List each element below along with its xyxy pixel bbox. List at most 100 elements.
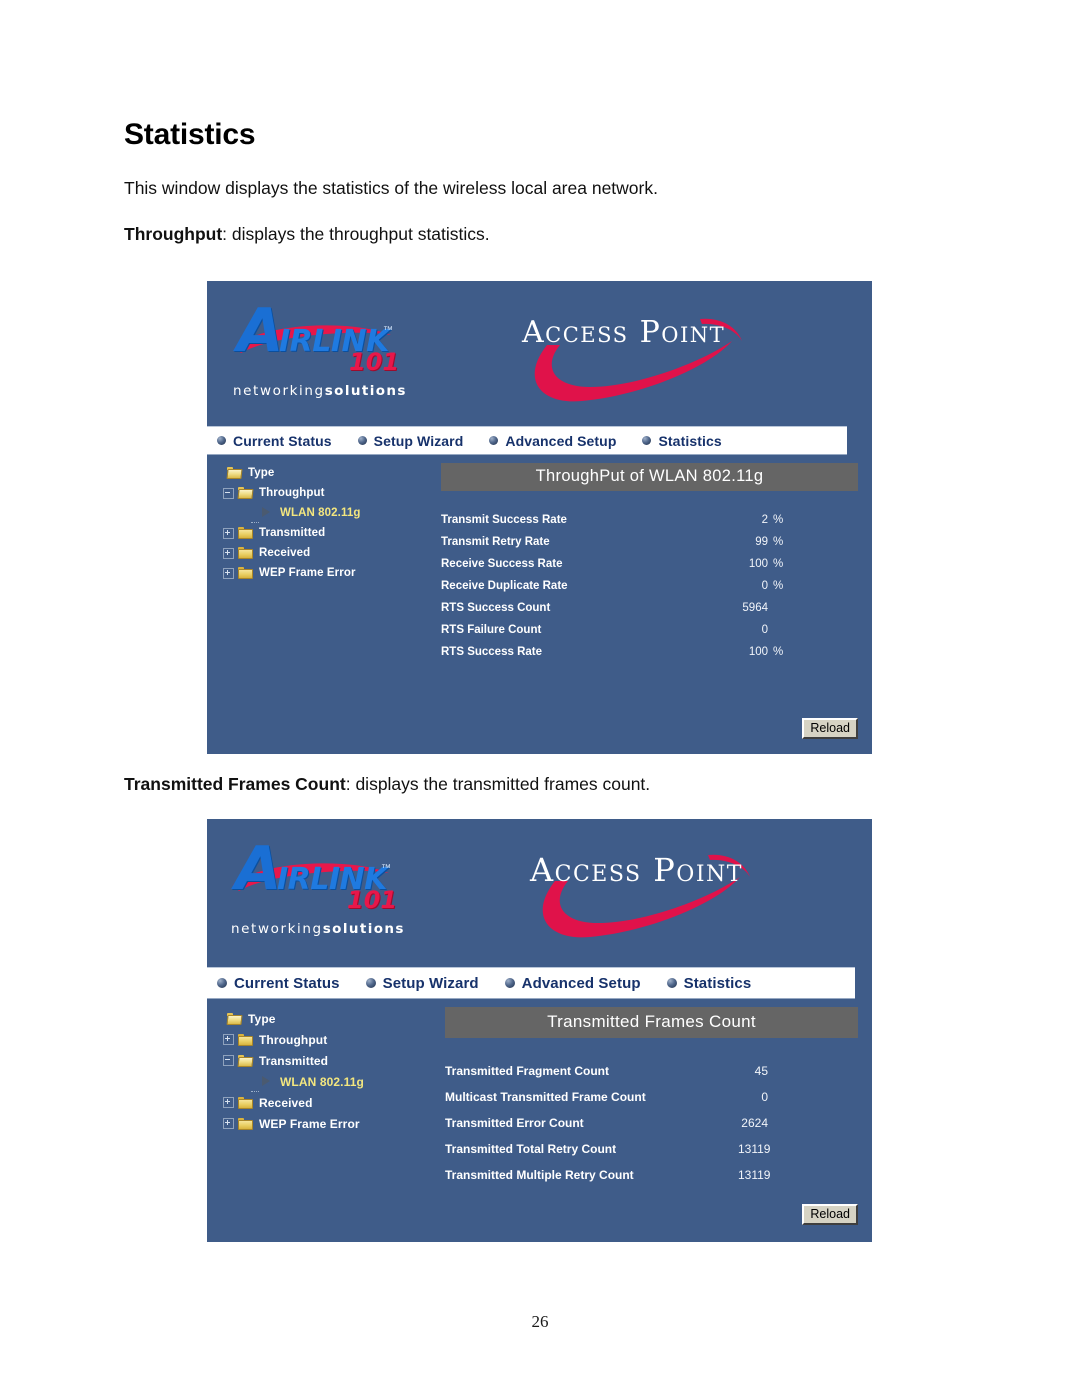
nav-item-advanced-setup[interactable]: Advanced Setup [504, 974, 641, 992]
tree-toggle-plus-icon[interactable] [223, 1118, 234, 1129]
tree-toggle-plus-icon[interactable] [223, 547, 234, 559]
nav-label: Setup Wizard [382, 974, 479, 992]
stat-label: Receive Duplicate Rate [441, 580, 568, 592]
tree-label: Transmitted [259, 527, 326, 539]
tree-node-throughput[interactable]: Throughput [213, 1029, 439, 1050]
folder-closed-icon [238, 1117, 253, 1130]
stat-number: 5964 [742, 602, 768, 614]
reload-button-container: Reload [802, 1204, 858, 1226]
tree-label: WLAN 802.11g [280, 1074, 364, 1089]
bullet-icon [357, 436, 367, 445]
logo-tagline: networkingsolutions [233, 383, 407, 399]
tagline-light: networking [231, 921, 323, 937]
throughput-statistics-table: Transmit Success Rate 2% Transmit Retry … [441, 509, 858, 663]
stat-value: 0 [738, 1084, 858, 1110]
tagline-bold: solutions [322, 921, 405, 937]
table-row: Receive Success Rate 100% [441, 553, 858, 575]
bullet-icon [489, 436, 499, 445]
stat-number: 13119 [738, 1168, 771, 1182]
table-row: Transmitted Error Count 2624 [445, 1110, 858, 1136]
nav-item-current-status[interactable]: Current Status [217, 433, 332, 449]
nav-item-statistics[interactable]: Statistics [642, 433, 722, 449]
stat-unit: % [773, 558, 784, 570]
tree-node-transmitted[interactable]: Transmitted [213, 1050, 439, 1071]
bullet-icon [365, 978, 376, 988]
tree-label: Type [248, 467, 275, 479]
stat-label: RTS Success Rate [441, 646, 542, 658]
tree-node-wlan-80211g[interactable]: WLAN 802.11g [213, 1071, 439, 1092]
stat-number: 0 [761, 624, 768, 636]
reload-button[interactable]: Reload [802, 1204, 858, 1226]
tree-label: WEP Frame Error [259, 1116, 360, 1131]
logo-tagline: networkingsolutions [231, 921, 405, 937]
nav-label: Current Status [234, 974, 340, 992]
tagline-light: networking [233, 383, 325, 399]
stat-label: Receive Success Rate [441, 558, 563, 570]
tree-node-throughput[interactable]: Throughput [213, 483, 435, 503]
leaf-arrow-icon [261, 1075, 275, 1088]
transmitted-frames-table: Transmitted Fragment Count 45 Multicast … [445, 1058, 858, 1188]
main-navigation: Current Status Setup Wizard Advanced Set… [207, 426, 847, 455]
nav-label: Advanced Setup [521, 974, 641, 992]
tree-label: Type [248, 1011, 276, 1026]
tree-node-transmitted[interactable]: Transmitted [213, 523, 435, 543]
intro-paragraph: This window displays the statistics of t… [124, 178, 658, 198]
folder-open-icon [226, 1012, 243, 1025]
nav-item-current-status[interactable]: Current Status [217, 975, 340, 992]
tree-toggle-plus-icon[interactable] [223, 567, 234, 579]
pane-title: ThroughPut of WLAN 802.11g [441, 463, 858, 491]
folder-closed-icon [238, 1096, 253, 1109]
tree-node-type[interactable]: Type [213, 463, 435, 483]
table-row: Transmitted Total Retry Count 13119 [445, 1136, 858, 1162]
tree-node-received[interactable]: Received [213, 543, 435, 563]
stat-number: 13119 [738, 1142, 771, 1156]
tree-node-wep-frame-error[interactable]: WEP Frame Error [213, 1113, 439, 1134]
table-row: Transmit Success Rate 2% [441, 509, 858, 531]
tree-label: WEP Frame Error [259, 567, 356, 579]
bullet-icon [504, 978, 515, 988]
stat-value: 100% [732, 553, 858, 575]
nav-item-advanced-setup[interactable]: Advanced Setup [489, 433, 616, 449]
tree-label: WLAN 802.11g [280, 507, 361, 519]
tree-toggle-plus-icon[interactable] [223, 527, 234, 539]
stat-value: 2% [732, 509, 858, 531]
table-row: Receive Duplicate Rate 0% [441, 575, 858, 597]
stat-value: 2624 [738, 1110, 858, 1136]
nav-item-setup-wizard[interactable]: Setup Wizard [365, 974, 479, 992]
page-number: 26 [531, 1312, 549, 1331]
stat-number: 100 [748, 646, 768, 658]
frames-caption-term: Transmitted Frames Count [124, 774, 346, 794]
reload-button[interactable]: Reload [802, 718, 858, 740]
tree-toggle-plus-icon[interactable] [223, 1034, 234, 1045]
airlink-logo-mark: A IRLINK ™ 101 [231, 301, 446, 375]
airlink-logo: A IRLINK ™ 101 networkingsolutions [231, 301, 461, 399]
stat-label: RTS Success Count [441, 602, 551, 614]
airlink-logo: A IRLINK ™ 101 networkingsolutions [229, 834, 459, 937]
stat-value: 13119 [738, 1136, 858, 1162]
tree-node-type[interactable]: Type [213, 1008, 439, 1029]
tree-node-wlan-80211g[interactable]: WLAN 802.11g [213, 503, 435, 523]
table-row: RTS Success Rate 100% [441, 641, 858, 663]
tree-node-received[interactable]: Received [213, 1092, 439, 1113]
stat-label: RTS Failure Count [441, 624, 542, 636]
app-header: A IRLINK ™ 101 networkingsolutions Acces… [207, 281, 872, 426]
tree-toggle-plus-icon[interactable] [223, 1097, 234, 1108]
tree-node-wep-frame-error[interactable]: WEP Frame Error [213, 563, 435, 583]
bullet-icon [217, 436, 226, 445]
tree-toggle-minus-icon[interactable] [223, 1055, 234, 1066]
stat-number: 0 [761, 1090, 768, 1104]
pane-title: Transmitted Frames Count [445, 1007, 858, 1038]
frames-caption: Transmitted Frames Count: displays the t… [124, 774, 650, 795]
stat-number: 100 [748, 558, 768, 570]
statistics-tree: Type Throughput WLAN 802.11g Transmitted [207, 455, 435, 753]
nav-item-setup-wizard[interactable]: Setup Wizard [357, 433, 464, 449]
product-title: Access Point [522, 315, 726, 350]
bullet-icon [642, 436, 652, 445]
nav-label: Statistics [683, 974, 752, 992]
throughput-caption-rest: : displays the throughput statistics. [222, 223, 490, 244]
tree-toggle-minus-icon[interactable] [223, 487, 234, 499]
folder-closed-icon [238, 547, 253, 559]
logo-letter-a: A [235, 834, 282, 904]
trademark-icon: ™ [383, 325, 393, 336]
nav-item-statistics[interactable]: Statistics [666, 974, 752, 992]
